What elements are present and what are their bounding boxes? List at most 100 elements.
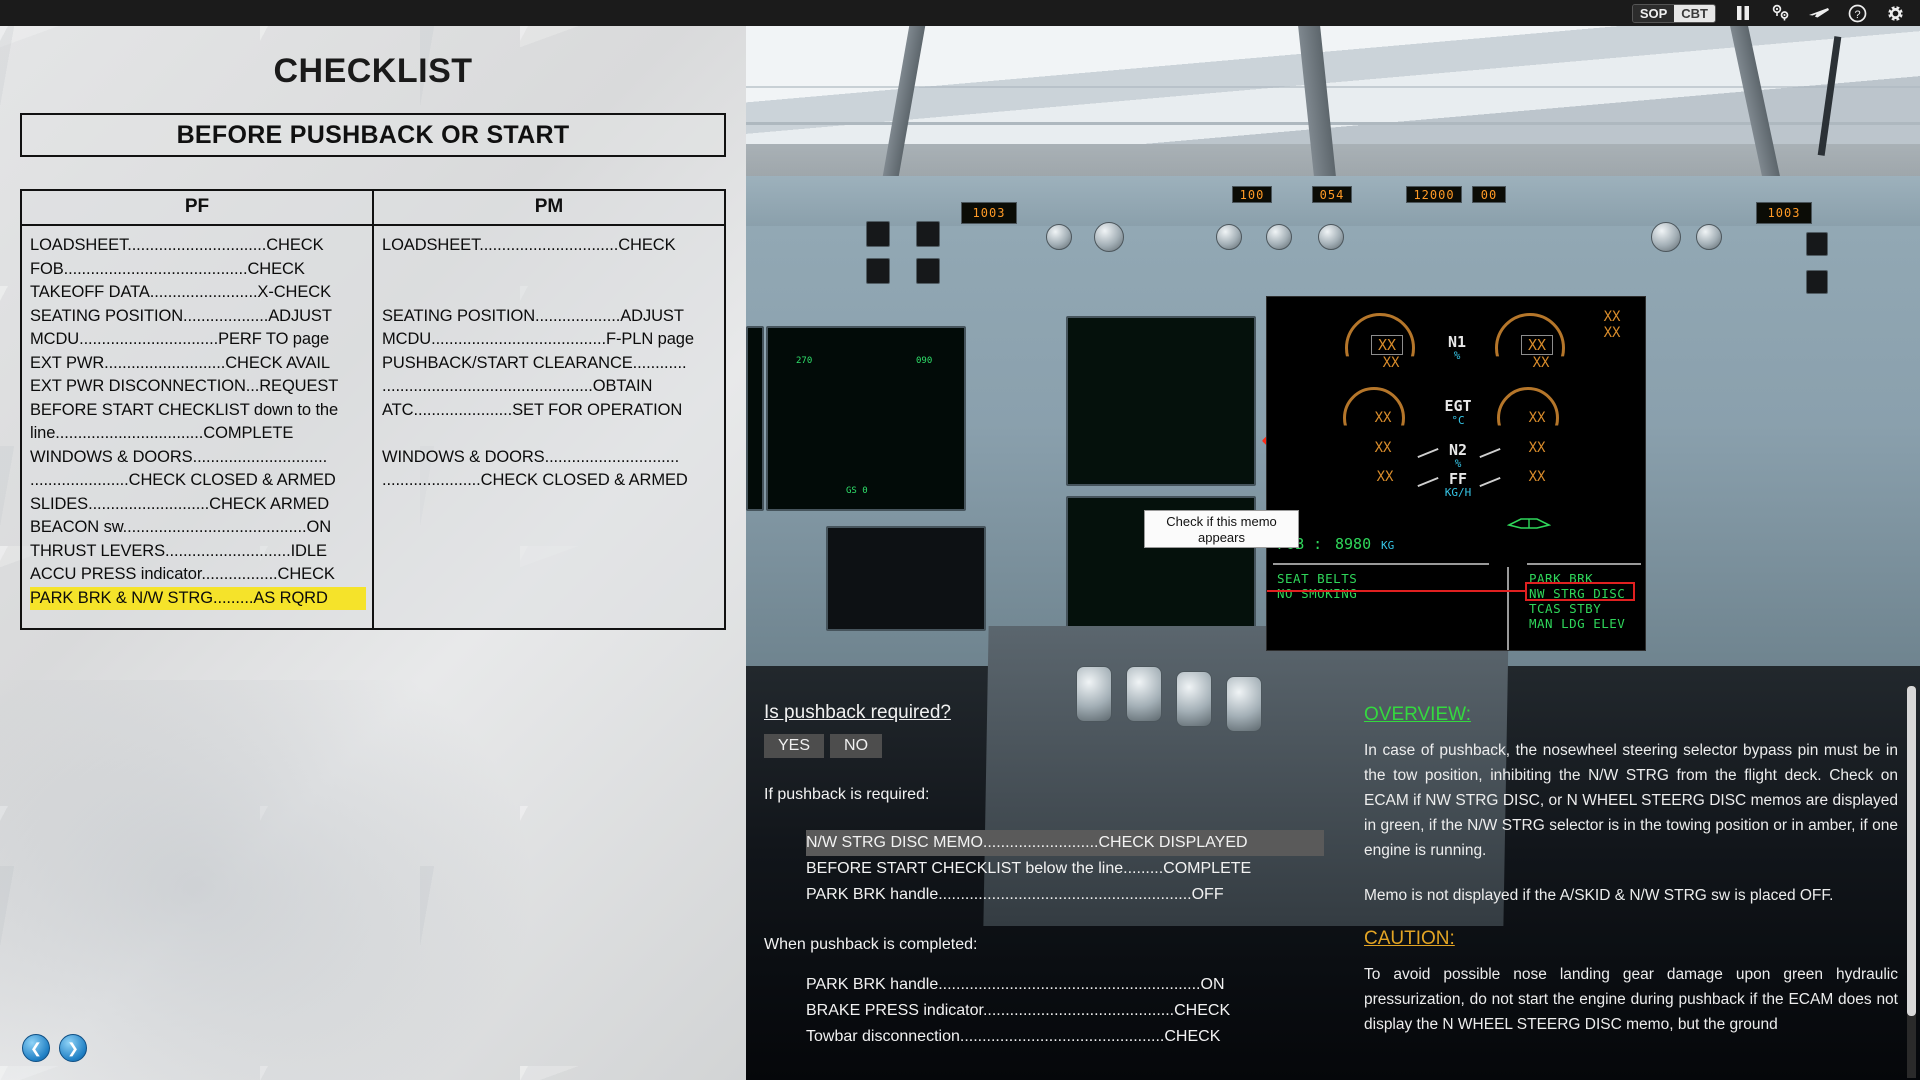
sop-toggle-option[interactable]: SOP (1632, 4, 1675, 22)
lower-left-display (826, 526, 986, 631)
airplane-icon[interactable] (1808, 2, 1830, 24)
checklist-row: SEATING POSITION...................ADJUS… (382, 306, 684, 325)
panel-switch[interactable] (866, 258, 890, 284)
ecam-top-right-xx-2: XX (1603, 325, 1621, 341)
captain-nd-display (766, 326, 966, 511)
ecam-fob-unit: KG (1381, 539, 1395, 552)
callout-tooltip: Check if this memo appears (1144, 510, 1299, 548)
panel-switch[interactable] (1806, 232, 1828, 256)
checklist-row: ........................................… (382, 377, 653, 395)
if-pushback-items: N/W STRG DISC MEMO......................… (764, 830, 1324, 908)
ecam-memo-highlight-box (1525, 582, 1635, 601)
fcu-knob[interactable] (1318, 224, 1344, 250)
fcu-knob[interactable] (1216, 224, 1242, 250)
fcu-knob[interactable] (1696, 224, 1722, 250)
fcu-knob[interactable] (1651, 222, 1681, 252)
panel-switch[interactable] (916, 258, 940, 284)
ecam-n1-right-sub: XX (1532, 355, 1550, 371)
checklist-row: EXT PWR DISCONNECTION...REQUEST (30, 377, 339, 395)
map-pin-route-icon[interactable] (1770, 2, 1792, 24)
panel-switch[interactable] (866, 221, 890, 247)
previous-page-button[interactable]: ❮ (22, 1034, 50, 1062)
if-pushback-label: If pushback is required: (764, 786, 930, 803)
ecam-n1-left-sub: XX (1382, 355, 1400, 371)
ecam-ff-left-value: XX (1376, 469, 1394, 485)
top-toolbar: SOP CBT ? (0, 0, 1920, 26)
ecam-popup-overlay: XX XX XX XX XX XX N1 % EGT °C XX XX N2 %… (1266, 296, 1646, 651)
ecam-egt-right-value: XX (1528, 410, 1546, 426)
fcu-knob[interactable] (1046, 224, 1072, 250)
nd-symbology: GS 0 (846, 486, 868, 496)
checklist-row: EXT PWR...........................CHECK … (30, 353, 330, 372)
ecam-highlight-leader-line (1267, 590, 1525, 592)
column-header-pm: PM (534, 196, 564, 217)
when-pushback-items: PARK BRK handle.........................… (764, 972, 1324, 1050)
checklist-row: PARK BRK handle.........................… (806, 976, 1225, 993)
caution-text: To avoid possible nose landing gear dama… (1364, 966, 1898, 1033)
page-title: CHECKLIST (273, 52, 473, 90)
sop-cbt-toggle[interactable]: SOP CBT (1631, 3, 1716, 23)
caution-heading: CAUTION: (1364, 928, 1455, 949)
next-page-button[interactable]: ❯ (59, 1034, 87, 1062)
checklist-row: LOADSHEET...............................… (30, 236, 324, 254)
column-header-pf: PF (22, 191, 374, 224)
checklist-row: THRUST LEVERS...........................… (30, 541, 327, 560)
help-icon[interactable]: ? (1846, 2, 1868, 24)
checklist-row-highlighted: N/W STRG DISC MEMO......................… (806, 830, 1324, 856)
answer-yes-button[interactable]: YES (764, 734, 825, 758)
checklist-row: SEATING POSITION...................ADJUS… (30, 306, 332, 325)
overview-text: In case of pushback, the nosewheel steer… (1364, 742, 1898, 859)
page-navigation: ❮ ❯ (22, 1034, 87, 1062)
ecam-n1-unit: % (1453, 349, 1461, 362)
info-scrollbar-thumb[interactable] (1907, 686, 1916, 1016)
pf-column: LOADSHEET...............................… (22, 226, 374, 628)
checklist-phase-title: BEFORE PUSHBACK OR START (176, 120, 570, 149)
callout-line-2: appears (1198, 530, 1245, 545)
checklist-row: BEFORE START CHECKLIST below the line...… (806, 860, 1252, 877)
nd-symbology: 270 (796, 356, 813, 366)
settings-gear-icon[interactable] (1884, 2, 1906, 24)
checklist-row: FOB.....................................… (30, 259, 305, 278)
ecam-memo-tcas-stby: TCAS STBY (1529, 601, 1602, 616)
ecam-egt-unit: °C (1451, 414, 1465, 427)
when-pushback-label: When pushback is completed: (764, 936, 978, 953)
fcu-right-readout: 1003 (1756, 202, 1812, 224)
ecam-slat-flap-indicator (1507, 518, 1551, 529)
checklist-row: MCDU...............................PERF … (30, 330, 330, 348)
overview-heading: OVERVIEW: (1364, 704, 1471, 725)
ecam-memo-no-smoking: NO SMOKING (1277, 586, 1358, 601)
checklist-row: WINDOWS & DOORS.........................… (30, 447, 328, 466)
pause-icon[interactable] (1732, 2, 1754, 24)
ecam-n2-left-value: XX (1374, 440, 1392, 456)
callout-line-1: Check if this memo (1166, 514, 1277, 529)
checklist-row: BRAKE PRESS indicator...................… (806, 1002, 1231, 1019)
panel-switch[interactable] (916, 221, 940, 247)
panel-switch[interactable] (1806, 270, 1828, 294)
fcu-heading-readout: 054 (1312, 186, 1352, 203)
svg-text:?: ? (1854, 9, 1860, 21)
fcu-knob[interactable] (1094, 222, 1124, 252)
info-pane: OVERVIEW: In case of pushback, the nosew… (1342, 680, 1920, 1080)
answer-buttons: YES NO (764, 734, 1324, 758)
checklist-row (382, 258, 718, 282)
checklist-row: ACCU PRESS indicator.................CHE… (30, 565, 335, 583)
pm-column: LOADSHEET...............................… (374, 226, 724, 628)
ecam-upper-display (1066, 316, 1256, 486)
ecam-memo-man-ldg-elev: MAN LDG ELEV (1529, 616, 1626, 631)
fcu-altitude-readout: 12000 (1406, 186, 1462, 203)
answer-no-button[interactable]: NO (830, 734, 883, 758)
checklist-row: PUSHBACK/START CLEARANCE............ (382, 353, 687, 372)
question-pane: Is pushback required? YES NO If pushback… (746, 680, 1342, 1080)
ecam-ff-unit: KG/H (1444, 486, 1472, 499)
ecam-n2-right-value: XX (1528, 440, 1546, 456)
ecam-egt-left-value: XX (1374, 410, 1392, 426)
checklist-row-highlighted: PARK BRK & N/W STRG.........AS RQRD (30, 586, 366, 610)
checklist-row: Towbar disconnection....................… (806, 1028, 1221, 1045)
checklist-panel: CHECKLIST BEFORE PUSHBACK OR START PF PM… (0, 26, 746, 1080)
ecam-ff-right-value: XX (1528, 469, 1546, 485)
fcu-knob[interactable] (1266, 224, 1292, 250)
checklist-row: LOADSHEET...............................… (382, 236, 676, 254)
captain-pfd-display (746, 326, 764, 511)
cbt-toggle-option[interactable]: CBT (1674, 4, 1715, 22)
checklist-row: BEACON sw...............................… (30, 518, 332, 536)
